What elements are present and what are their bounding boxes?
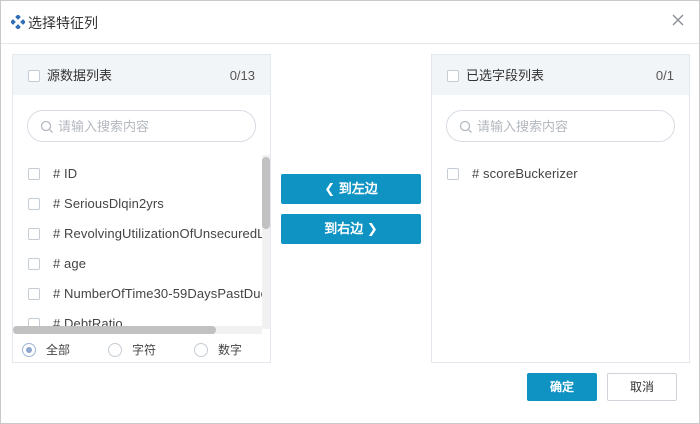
list-item[interactable]: # RevolvingUtilizationOfUnsecuredLines [13,218,263,248]
confirm-button[interactable]: 确定 [527,373,597,401]
list-item-label: # age [53,256,87,271]
list-item-label: # RevolvingUtilizationOfUnsecuredLines [53,226,263,241]
dialog-header: 选择特征列 [1,1,699,44]
list-item-checkbox[interactable] [28,258,40,270]
selected-list-panel: 已选字段列表 0/1 # scoreBuckerizer [431,54,690,363]
source-search-box [27,110,256,142]
list-item-checkbox[interactable] [28,288,40,300]
list-item-label: # NumberOfTime30-59DaysPastDueNotWorse [53,286,263,301]
source-panel-count: 0/13 [229,68,255,83]
list-item[interactable]: # age [13,248,263,278]
feature-select-icon [11,15,25,29]
list-item[interactable]: # NumberOfTime30-59DaysPastDueNotWorse [13,278,263,308]
source-vertical-scrollbar[interactable] [262,155,270,329]
type-filter-group: 全部 字符 数字 [13,338,270,362]
source-search-input[interactable] [58,117,248,135]
move-to-left-button[interactable]: ❮ 到左边 [281,174,421,204]
move-to-right-label: 到右边 [324,221,364,236]
list-item[interactable]: # ID [13,158,263,188]
selected-select-all-checkbox[interactable] [447,70,459,82]
list-item-checkbox[interactable] [28,168,40,180]
selected-panel-count: 0/1 [655,68,674,83]
search-icon [40,120,53,133]
select-feature-dialog: 选择特征列 源数据列表 0/13 # ID # SeriousDlqi [0,0,700,424]
list-item[interactable]: # SeriousDlqin2yrs [13,188,263,218]
chevron-right-icon: ❯ [366,221,378,236]
cancel-button[interactable]: 取消 [607,373,677,401]
selected-panel-title: 已选字段列表 [466,68,545,83]
filter-number-label[interactable]: 数字 [218,343,242,357]
source-horizontal-scroll-thumb[interactable] [13,326,216,334]
filter-all-label[interactable]: 全部 [46,343,70,357]
selected-search-box [446,110,675,142]
list-item[interactable]: # scoreBuckerizer [432,158,682,188]
source-list-panel: 源数据列表 0/13 # ID # SeriousDlqin2yrs # Rev… [12,54,271,363]
list-item-checkbox[interactable] [28,228,40,240]
filter-string-radio[interactable] [108,343,122,357]
list-item-label: # scoreBuckerizer [472,166,578,181]
list-item-checkbox[interactable] [28,198,40,210]
source-vertical-scroll-thumb[interactable] [262,157,270,229]
filter-all-radio[interactable] [22,343,36,357]
selected-list[interactable]: # scoreBuckerizer [432,155,682,329]
source-horizontal-scrollbar[interactable] [13,326,262,334]
dialog-title: 选择特征列 [28,15,98,31]
source-panel-header: 源数据列表 0/13 [13,55,270,95]
move-to-left-label: 到左边 [338,181,378,196]
selected-search-input[interactable] [477,117,667,135]
list-item-label: # ID [53,166,78,181]
search-icon [459,120,472,133]
source-select-all-checkbox[interactable] [28,70,40,82]
chevron-left-icon: ❮ [324,181,336,196]
list-item-checkbox[interactable] [447,168,459,180]
list-item-label: # SeriousDlqin2yrs [53,196,164,211]
filter-number-radio[interactable] [194,343,208,357]
filter-string-label[interactable]: 字符 [132,343,156,357]
move-to-right-button[interactable]: 到右边 ❯ [281,214,421,244]
source-panel-title: 源数据列表 [47,68,113,83]
selected-panel-header: 已选字段列表 0/1 [432,55,689,95]
source-list[interactable]: # ID # SeriousDlqin2yrs # RevolvingUtili… [13,155,263,329]
close-icon[interactable] [671,13,685,27]
